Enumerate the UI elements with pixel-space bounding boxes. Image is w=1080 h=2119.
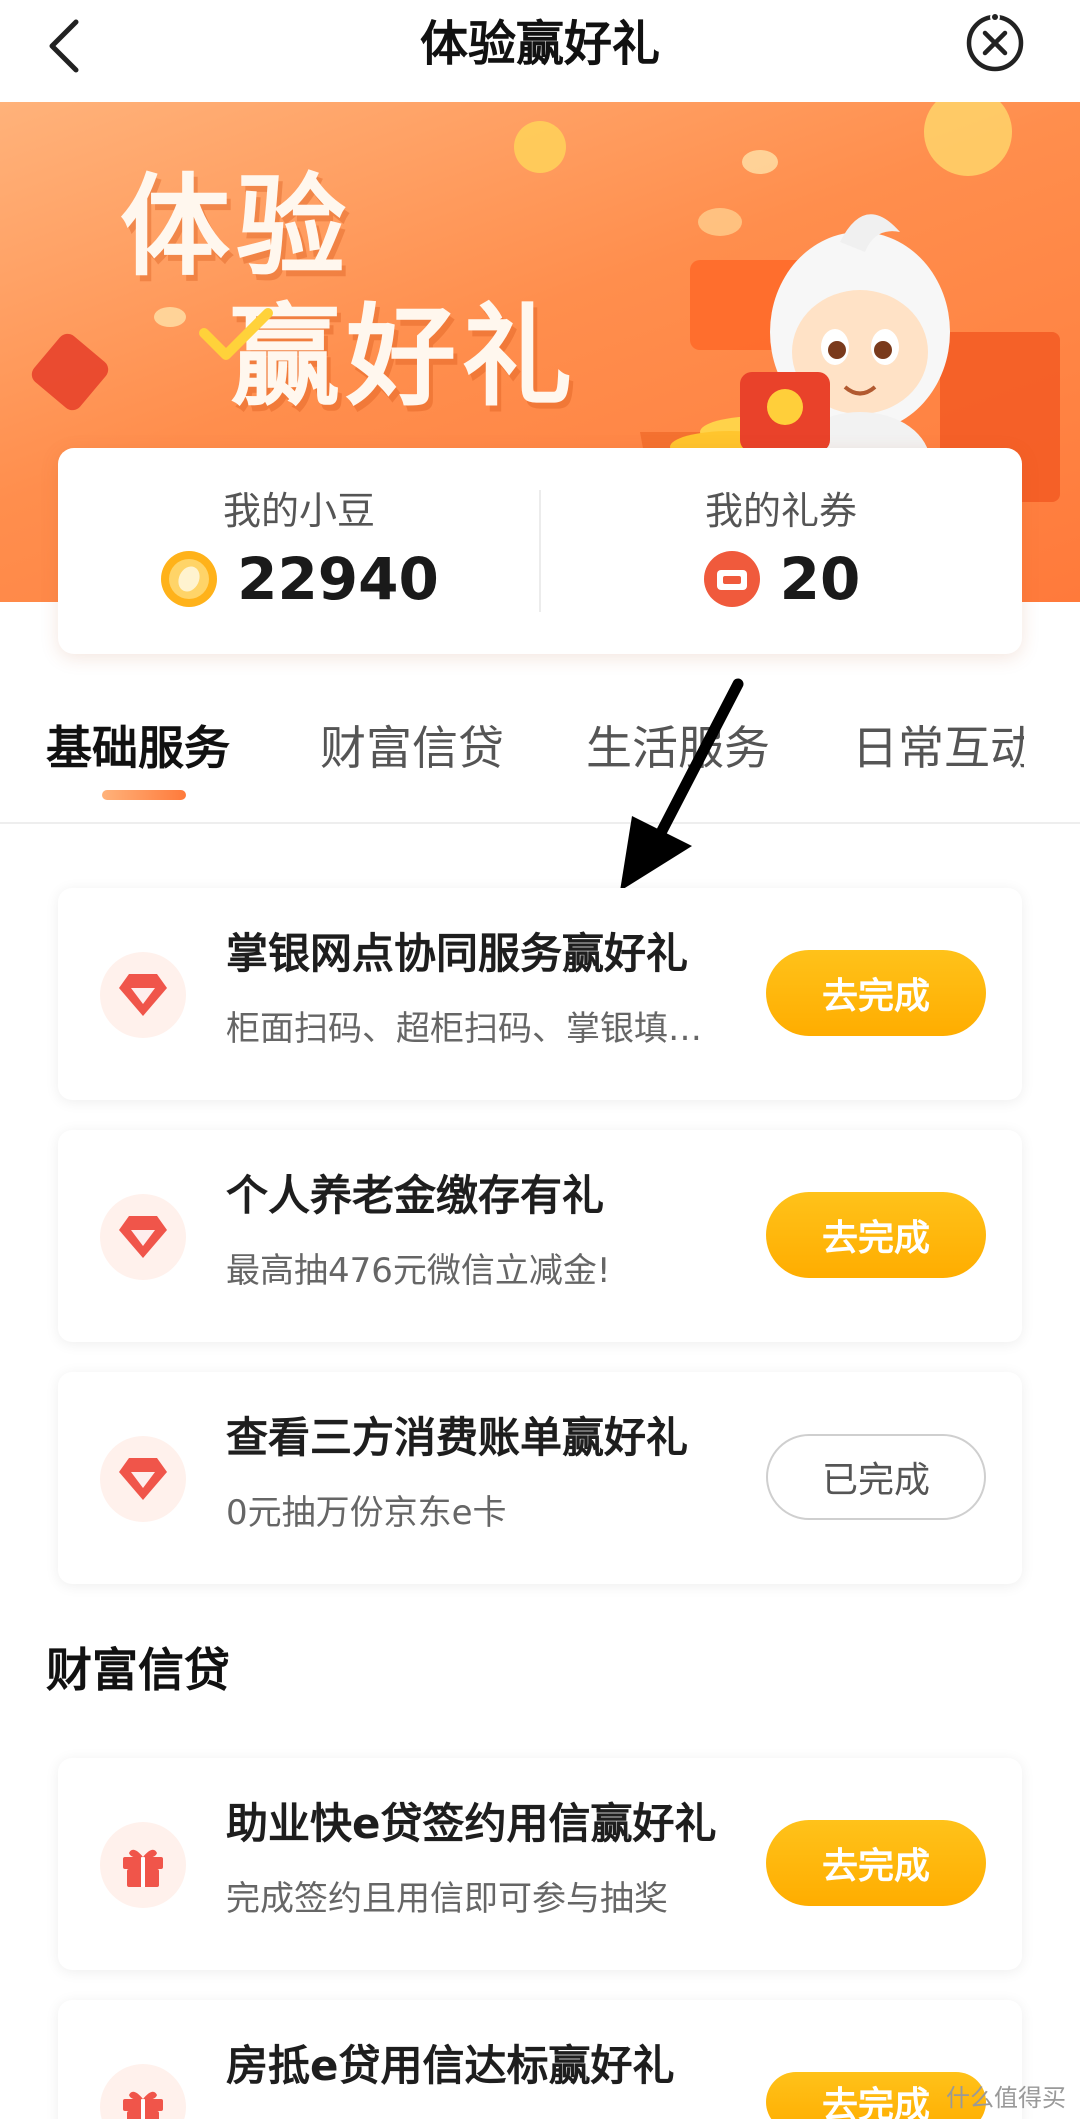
section-title-wealth-credit: 财富信贷	[46, 1643, 230, 1697]
annotation-arrow-icon	[620, 678, 744, 891]
banner-title: 体验 赢好礼	[120, 162, 578, 422]
gift-icon	[100, 1822, 186, 1908]
task-subtitle: 完成签约且用信即可参与抽奖	[226, 1879, 668, 1919]
coupons-value: 20	[779, 545, 861, 613]
task-subtitle: 柜面扫码、超柜扫码、掌银填…	[226, 1009, 702, 1049]
tab-basic-services[interactable]: 基础服务	[46, 718, 230, 778]
tab-wealth-credit[interactable]: 财富信贷	[320, 718, 504, 778]
go-complete-button[interactable]: 去完成	[766, 1192, 986, 1278]
go-complete-button[interactable]: 去完成	[766, 1820, 986, 1906]
coupons-label: 我的礼券	[704, 489, 857, 533]
diamond-icon	[100, 1436, 186, 1522]
task-card: 查看三方消费账单赢好礼 0元抽万份京东e卡 已完成	[58, 1372, 1022, 1584]
task-subtitle: 0元抽万份京东e卡	[226, 1493, 507, 1533]
task-title: 助业快e贷签约用信赢好礼	[226, 1799, 717, 1848]
top-bar: 体验赢好礼	[0, 0, 1080, 102]
go-complete-button[interactable]: 去完成	[766, 950, 986, 1036]
task-card: 助业快e贷签约用信赢好礼 完成签约且用信即可参与抽奖 去完成	[58, 1758, 1022, 1970]
task-title: 查看三方消费账单赢好礼	[226, 1413, 689, 1462]
close-circle-icon	[966, 12, 1024, 72]
gift-icon	[100, 2064, 186, 2119]
task-card: 掌银网点协同服务赢好礼 柜面扫码、超柜扫码、掌银填… 去完成	[58, 888, 1022, 1100]
page-title: 体验赢好礼	[419, 16, 660, 72]
completed-button[interactable]: 已完成	[766, 1434, 986, 1520]
banner-title-line1: 体验	[120, 163, 352, 291]
coupons-stat[interactable]: 我的礼券 20	[540, 448, 1022, 654]
task-card: 个人养老金缴存有礼 最高抽476元微信立减金! 去完成	[58, 1130, 1022, 1342]
diamond-icon	[100, 1194, 186, 1280]
coupon-icon	[703, 551, 760, 607]
category-tabs: 基础服务 财富信贷 生活服务 日常互动	[0, 700, 1080, 824]
close-button[interactable]	[964, 12, 1026, 74]
watermark: 什么值得买	[946, 2084, 1066, 2112]
diamond-icon	[100, 952, 186, 1038]
task-card: 房抵e贷用信达标赢好礼 去完成	[58, 2000, 1022, 2119]
stats-card: 我的小豆 22940 我的礼券 20	[58, 448, 1022, 654]
task-title: 掌银网点协同服务赢好礼	[226, 929, 689, 978]
task-title: 房抵e贷用信达标赢好礼	[226, 2041, 675, 2090]
beans-value: 22940	[237, 545, 439, 613]
tab-daily-interaction[interactable]: 日常互动	[852, 718, 1024, 778]
check-icon	[199, 308, 273, 360]
beans-stat[interactable]: 我的小豆 22940	[58, 448, 540, 654]
bean-coin-icon	[161, 551, 218, 607]
active-tab-indicator	[102, 790, 186, 800]
task-title: 个人养老金缴存有礼	[226, 1171, 605, 1220]
beans-label: 我的小豆	[222, 489, 375, 533]
task-subtitle: 最高抽476元微信立减金!	[226, 1251, 611, 1291]
banner-title-line2: 赢好礼	[230, 293, 578, 421]
